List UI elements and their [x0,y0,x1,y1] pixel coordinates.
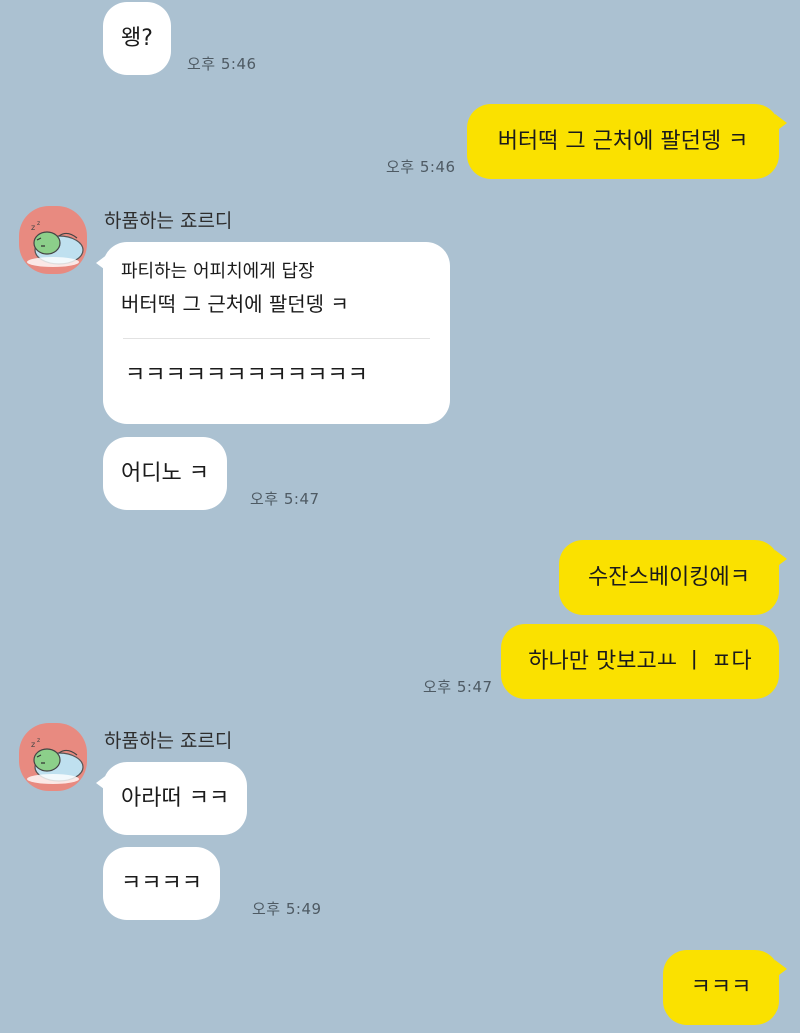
message-bubble-incoming[interactable]: 아라떠 ㅋㅋ [95,762,248,835]
message-text: ㅋㅋㅋ [690,974,752,1000]
message-bubble-incoming[interactable]: ㅋㅋㅋㅋ [103,847,220,920]
message-text: ㅋㅋㅋㅋㅋㅋㅋㅋㅋㅋㅋㅋ [125,363,368,388]
message-text: ㅋㅋㅋㅋ [121,870,202,896]
svg-text:z: z [37,220,40,227]
message-text: 하나만 맛보고ㅛ ㅣ ㅍ다 [528,648,752,674]
message-timestamp: 오후 5:46 [187,55,257,73]
reply-quoted-text: 버터떡 그 근처에 팔던뎅 ㅋ [121,292,349,316]
sender-avatar[interactable]: z z [19,206,87,274]
message-timestamp: 오후 5:47 [423,678,493,696]
message-bubble-outgoing[interactable]: 하나만 맛보고ㅛ ㅣ ㅍ다 [501,624,779,699]
reply-divider [123,338,430,339]
message-timestamp: 오후 5:47 [250,490,320,508]
message-text: 아라떠 ㅋㅋ [121,785,230,811]
message-bubble-incoming[interactable]: 어디노 ㅋ [103,437,227,510]
sender-avatar[interactable]: z z [19,723,87,791]
message-bubble-outgoing[interactable]: 수잔스베이킹에ㅋ [559,540,787,615]
svg-text:z: z [31,223,35,232]
message-timestamp: 오후 5:46 [386,158,456,176]
message-text: 어디노 ㅋ [121,460,209,486]
sleeping-jordy-avatar-icon: z z [27,737,84,784]
svg-text:z: z [31,740,35,749]
sender-name: 하품하는 죠르디 [104,730,233,752]
message-text: 왱? [121,25,153,51]
message-bubble-incoming[interactable]: 왱? [103,2,171,75]
message-bubble-outgoing[interactable]: ㅋㅋㅋ [663,950,787,1025]
sleeping-jordy-avatar-icon: z z [27,220,84,267]
message-text: 버터떡 그 근처에 팔던뎅 ㅋ [497,128,749,154]
reply-header: 파티하는 어피치에게 답장 [121,261,315,282]
svg-text:z: z [37,737,40,744]
message-bubble-outgoing[interactable]: 버터떡 그 근처에 팔던뎅 ㅋ [467,104,787,179]
message-text: 수잔스베이킹에ㅋ [588,564,750,590]
reply-message-bubble[interactable]: 파티하는 어피치에게 답장 버터떡 그 근처에 팔던뎅 ㅋ ㅋㅋㅋㅋㅋㅋㅋㅋㅋㅋ… [96,242,450,424]
message-timestamp: 오후 5:49 [252,900,322,918]
sender-name: 하품하는 죠르디 [104,210,233,232]
